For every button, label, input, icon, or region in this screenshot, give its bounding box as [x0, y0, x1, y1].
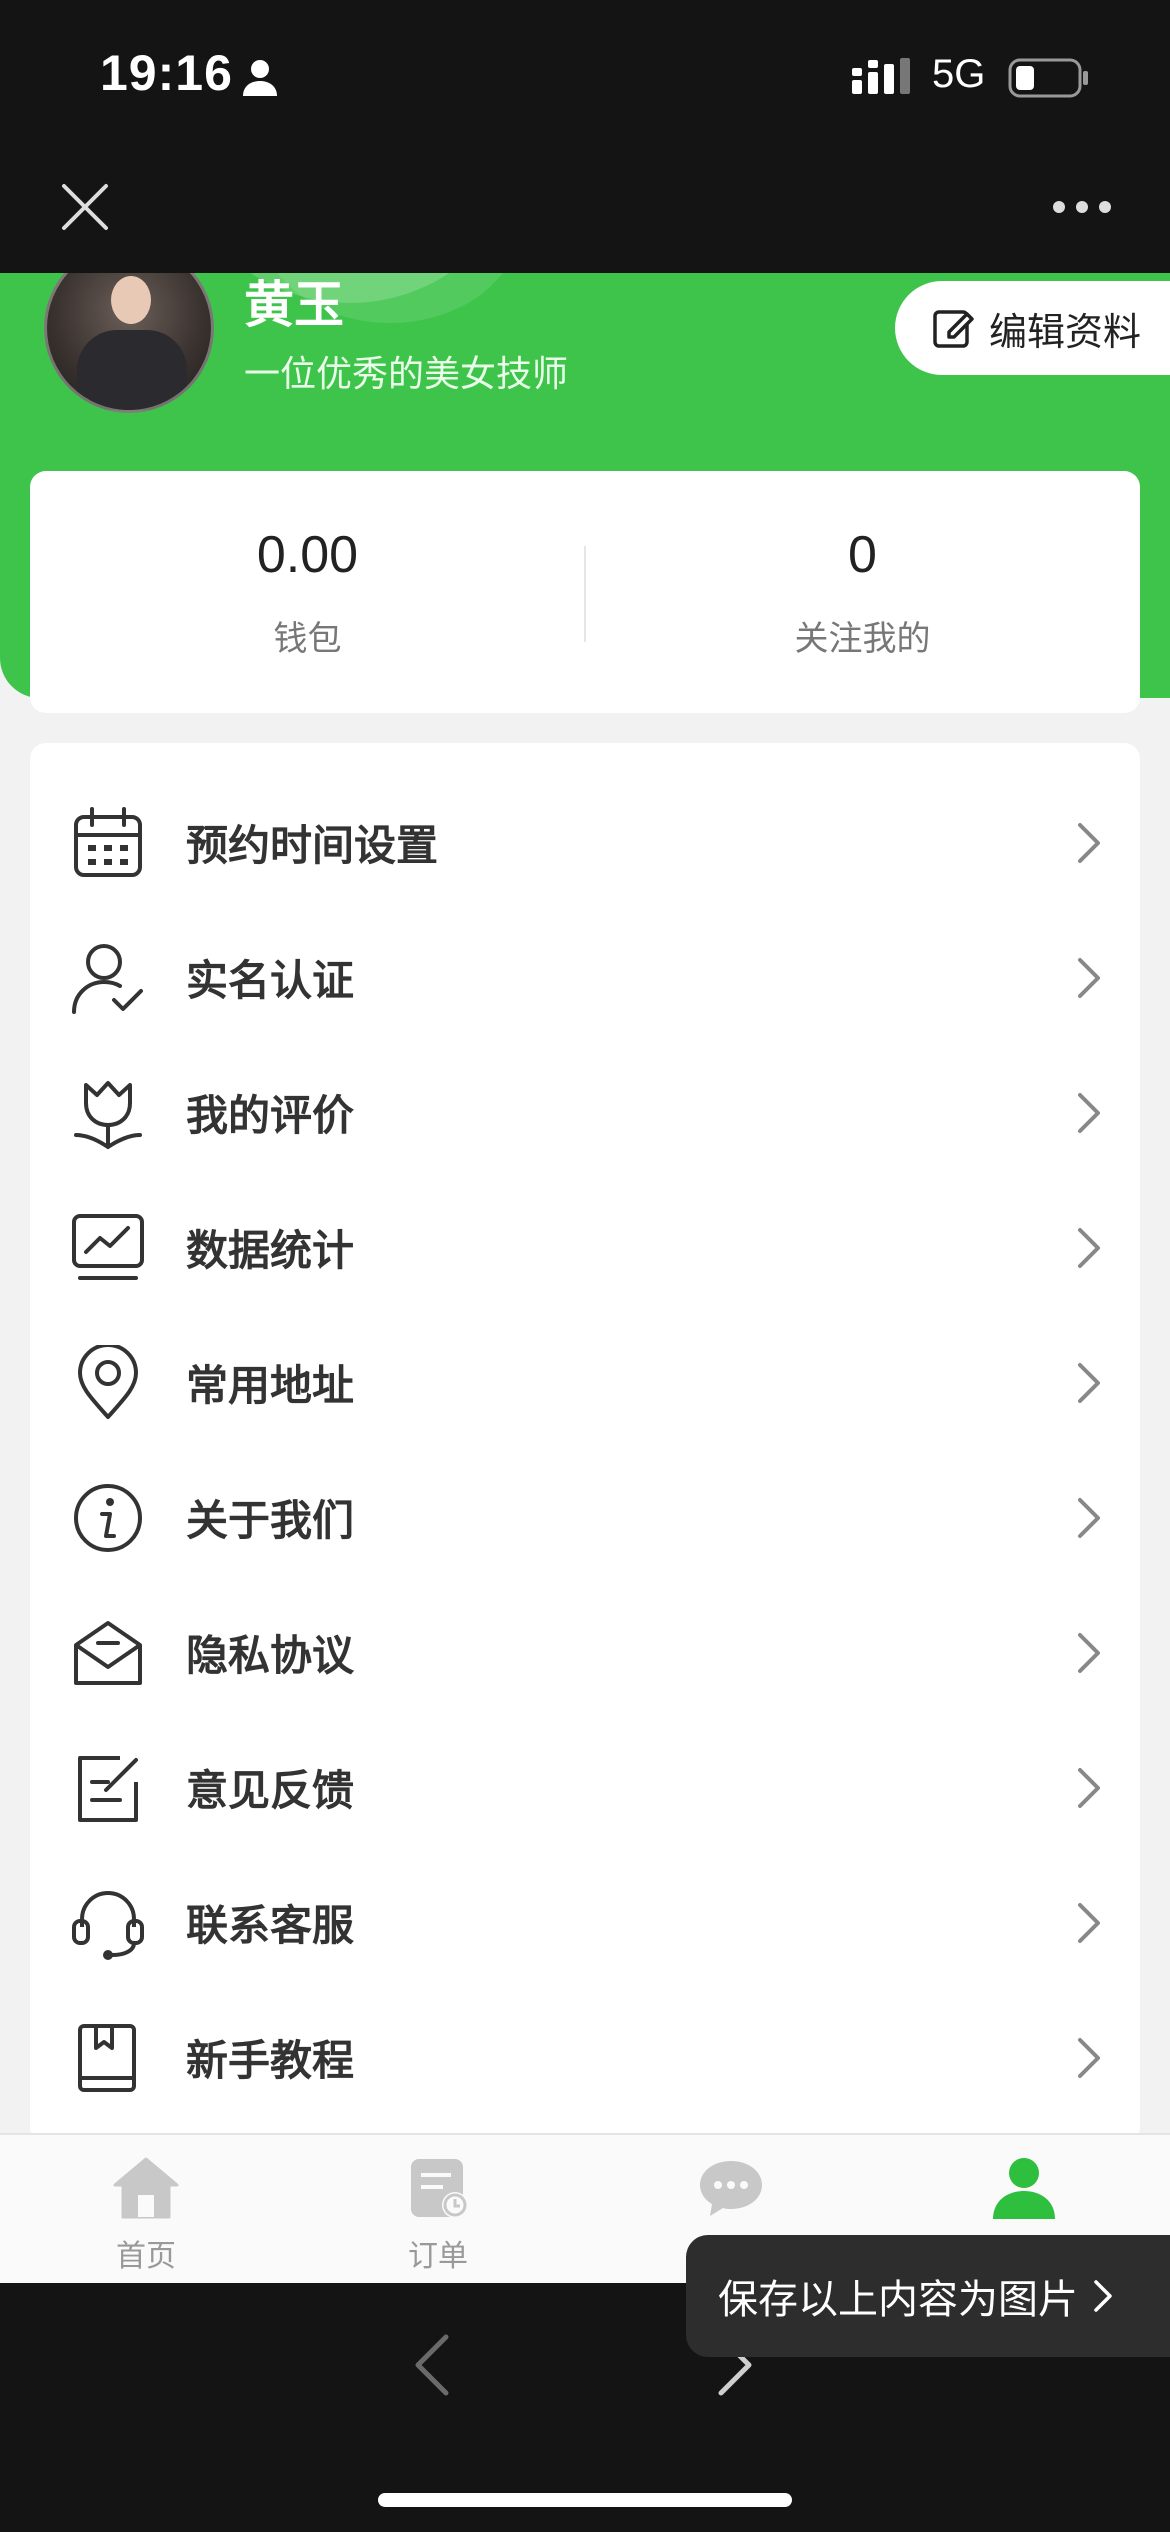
tulip-icon: [74, 1080, 142, 1149]
person-icon: [243, 60, 277, 96]
tab-label: 首页: [116, 2239, 176, 2274]
chevron-right-icon: [1078, 1092, 1100, 1133]
status-bar: 19:16 5G: [0, 0, 1170, 142]
message-icon: [700, 2161, 762, 2216]
more-options-icon[interactable]: [1050, 198, 1114, 216]
menu-item-label: 预约时间设置: [186, 821, 439, 870]
chevron-right-icon: [1078, 2037, 1100, 2078]
chevron-right-icon: [1078, 1362, 1100, 1403]
menu-item-privacy[interactable]: 隐私协议: [30, 1585, 1140, 1720]
battery-icon: [1008, 58, 1088, 98]
menu-item-label: 关于我们: [186, 1496, 355, 1545]
chevron-right-icon: [1078, 1227, 1100, 1268]
book-icon: [78, 2023, 136, 2092]
menu-item-feedback[interactable]: 意见反馈: [30, 1720, 1140, 1855]
chevron-right-icon: [1078, 957, 1100, 998]
chevron-right-icon: [1078, 1632, 1100, 1673]
menu-card: 预约时间设置 实名认证 我的评价 数据统计 常用地址 关于我们 隐私协议 意见反…: [30, 743, 1140, 2143]
stat-value: 0: [848, 525, 877, 584]
network-type: 5G: [932, 52, 986, 96]
chart-monitor-icon: [72, 1213, 144, 1280]
profile-name: 黄玉: [244, 276, 344, 334]
feedback-edit-icon: [78, 1755, 138, 1822]
save-as-image-label: 保存以上内容为图片: [718, 2277, 1078, 2323]
profile-icon: [993, 2158, 1055, 2219]
stats-card: 0.00 钱包 0 关注我的: [30, 471, 1140, 713]
tab-profile[interactable]: [944, 2155, 1104, 2231]
close-icon[interactable]: [58, 180, 112, 234]
menu-item-customer-service[interactable]: 联系客服: [30, 1855, 1140, 1990]
menu-item-schedule[interactable]: 预约时间设置: [30, 775, 1140, 910]
back-arrow-icon[interactable]: [412, 2333, 452, 2397]
menu-item-label: 我的评价: [186, 1091, 355, 1140]
stat-label: 关注我的: [794, 618, 931, 659]
chevron-right-icon: [1078, 1497, 1100, 1538]
chevron-right-icon: [1094, 2280, 1112, 2312]
chevron-right-icon: [1078, 1902, 1100, 1943]
menu-item-about[interactable]: 关于我们: [30, 1450, 1140, 1585]
menu-item-tutorial[interactable]: 新手教程: [30, 1990, 1140, 2125]
menu-item-label: 意见反馈: [186, 1766, 355, 1815]
tab-label: 订单: [408, 2239, 468, 2274]
chevron-right-icon: [1078, 822, 1100, 863]
menu-item-label: 常用地址: [186, 1361, 355, 1410]
stat-value: 0.00: [256, 525, 359, 584]
headset-icon: [72, 1890, 144, 1960]
home-icon: [113, 2157, 179, 2219]
order-icon: [411, 2159, 468, 2218]
home-indicator[interactable]: [378, 2493, 792, 2507]
menu-item-reviews[interactable]: 我的评价: [30, 1045, 1140, 1180]
location-pin-icon: [78, 1344, 138, 1419]
avatar[interactable]: [44, 273, 214, 413]
edit-icon: [933, 310, 974, 348]
edit-profile-label: 编辑资料: [989, 309, 1142, 354]
tab-messages[interactable]: [651, 2155, 811, 2231]
chevron-right-icon: [1078, 1767, 1100, 1808]
menu-item-label: 隐私协议: [186, 1631, 355, 1680]
save-as-image-button[interactable]: 保存以上内容为图片: [686, 2235, 1170, 2357]
signal-icon: [852, 58, 910, 94]
stat-label: 钱包: [273, 618, 342, 659]
menu-item-label: 数据统计: [186, 1226, 355, 1275]
menu-item-label: 联系客服: [186, 1901, 355, 1950]
calendar-icon: [74, 806, 142, 877]
stat-followers[interactable]: 0 关注我的: [585, 471, 1140, 713]
user-check-icon: [72, 943, 143, 1014]
status-time: 19:16: [100, 45, 233, 101]
profile-intro: 一位优秀的美女技师: [244, 354, 569, 395]
menu-item-statistics[interactable]: 数据统计: [30, 1180, 1140, 1315]
stat-wallet[interactable]: 0.00 钱包: [30, 471, 585, 713]
tab-orders[interactable]: 订单: [358, 2155, 518, 2275]
tab-home[interactable]: 首页: [66, 2155, 226, 2275]
envelope-icon: [74, 1620, 142, 1685]
menu-item-verification[interactable]: 实名认证: [30, 910, 1140, 1045]
edit-profile-button[interactable]: 编辑资料: [895, 281, 1170, 375]
divider: [584, 546, 586, 642]
menu-item-label: 新手教程: [186, 2036, 355, 2085]
info-icon: [74, 1483, 142, 1552]
top-bar: [0, 142, 1170, 273]
menu-item-label: 实名认证: [186, 956, 355, 1005]
menu-item-address[interactable]: 常用地址: [30, 1315, 1140, 1450]
